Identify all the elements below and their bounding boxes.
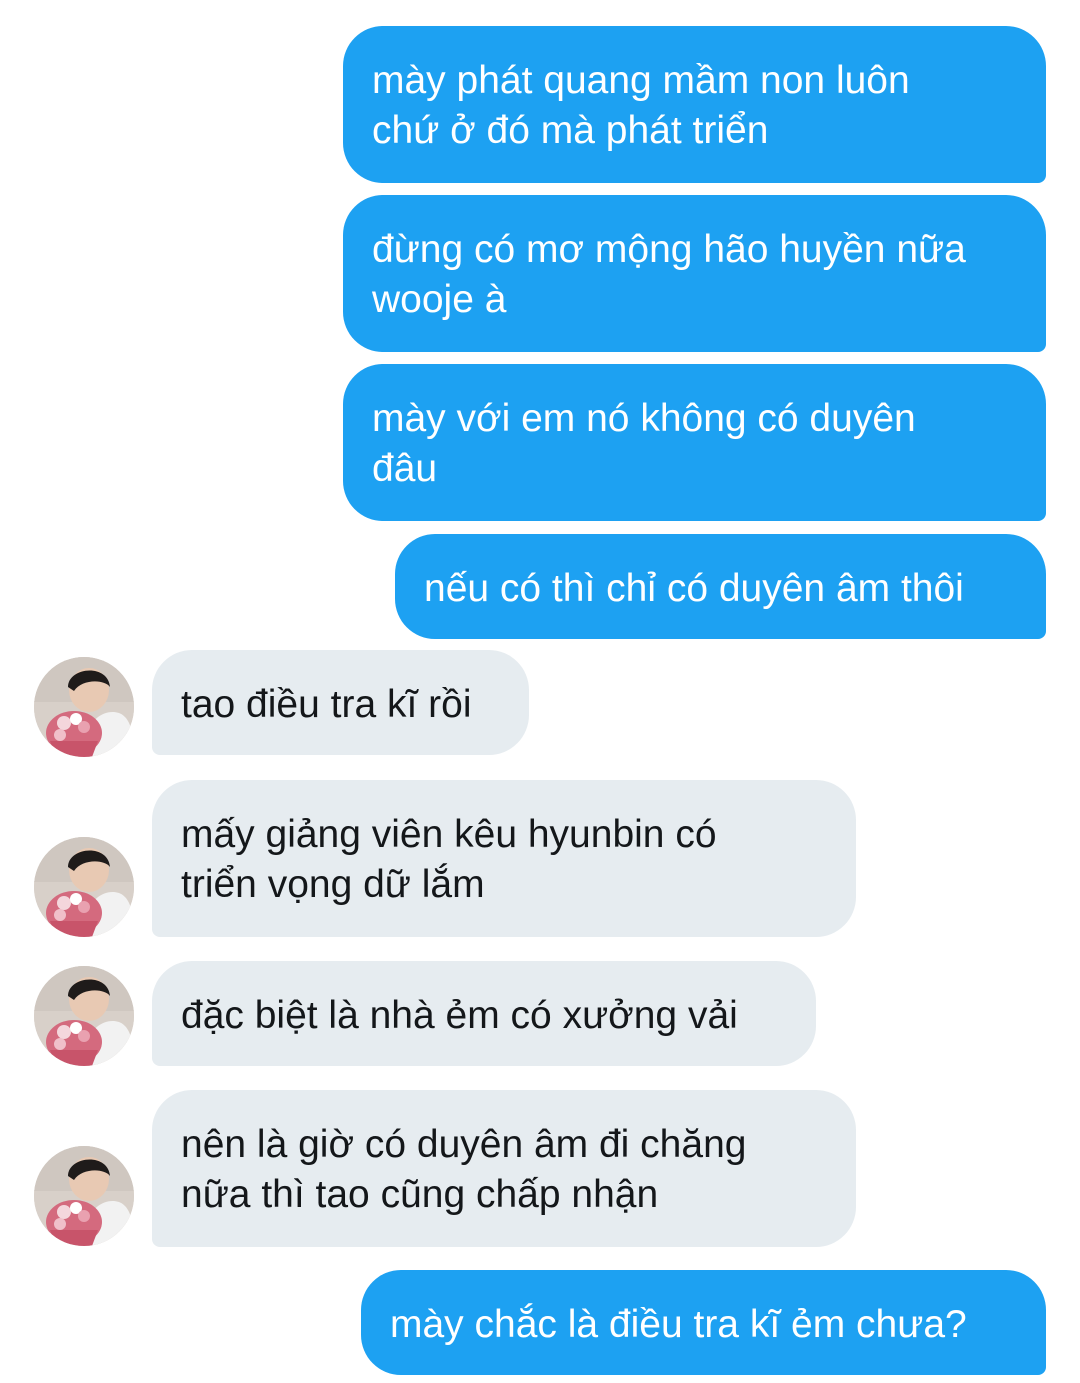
profile-photo-avatar-icon: [34, 966, 134, 1066]
avatar[interactable]: [34, 1146, 134, 1246]
avatar[interactable]: [34, 966, 134, 1066]
avatar[interactable]: [34, 837, 134, 937]
profile-photo-avatar-icon: [34, 657, 134, 757]
outgoing-message[interactable]: nếu có thì chỉ có duyên âm thôi: [395, 534, 1046, 639]
incoming-message[interactable]: nên là giờ có duyên âm đi chăng nữa thì …: [152, 1090, 856, 1247]
avatar[interactable]: [34, 657, 134, 757]
incoming-message[interactable]: mấy giảng viên kêu hyunbin có triển vọng…: [152, 780, 856, 937]
profile-photo-avatar-icon: [34, 837, 134, 937]
outgoing-message[interactable]: mày chắc là điều tra kĩ ẻm chưa?: [361, 1270, 1046, 1375]
outgoing-message[interactable]: mày với em nó không có duyên đâu: [343, 364, 1046, 521]
outgoing-message[interactable]: đừng có mơ mộng hão huyền nữa wooje à: [343, 195, 1046, 352]
incoming-message[interactable]: tao điều tra kĩ rồi: [152, 650, 529, 755]
incoming-message[interactable]: đặc biệt là nhà ẻm có xưởng vải: [152, 961, 816, 1066]
outgoing-message[interactable]: mày phát quang mầm non luôn chứ ở đó mà …: [343, 26, 1046, 183]
profile-photo-avatar-icon: [34, 1146, 134, 1246]
message-thread: mày phát quang mầm non luôn chứ ở đó mà …: [0, 0, 1080, 1383]
